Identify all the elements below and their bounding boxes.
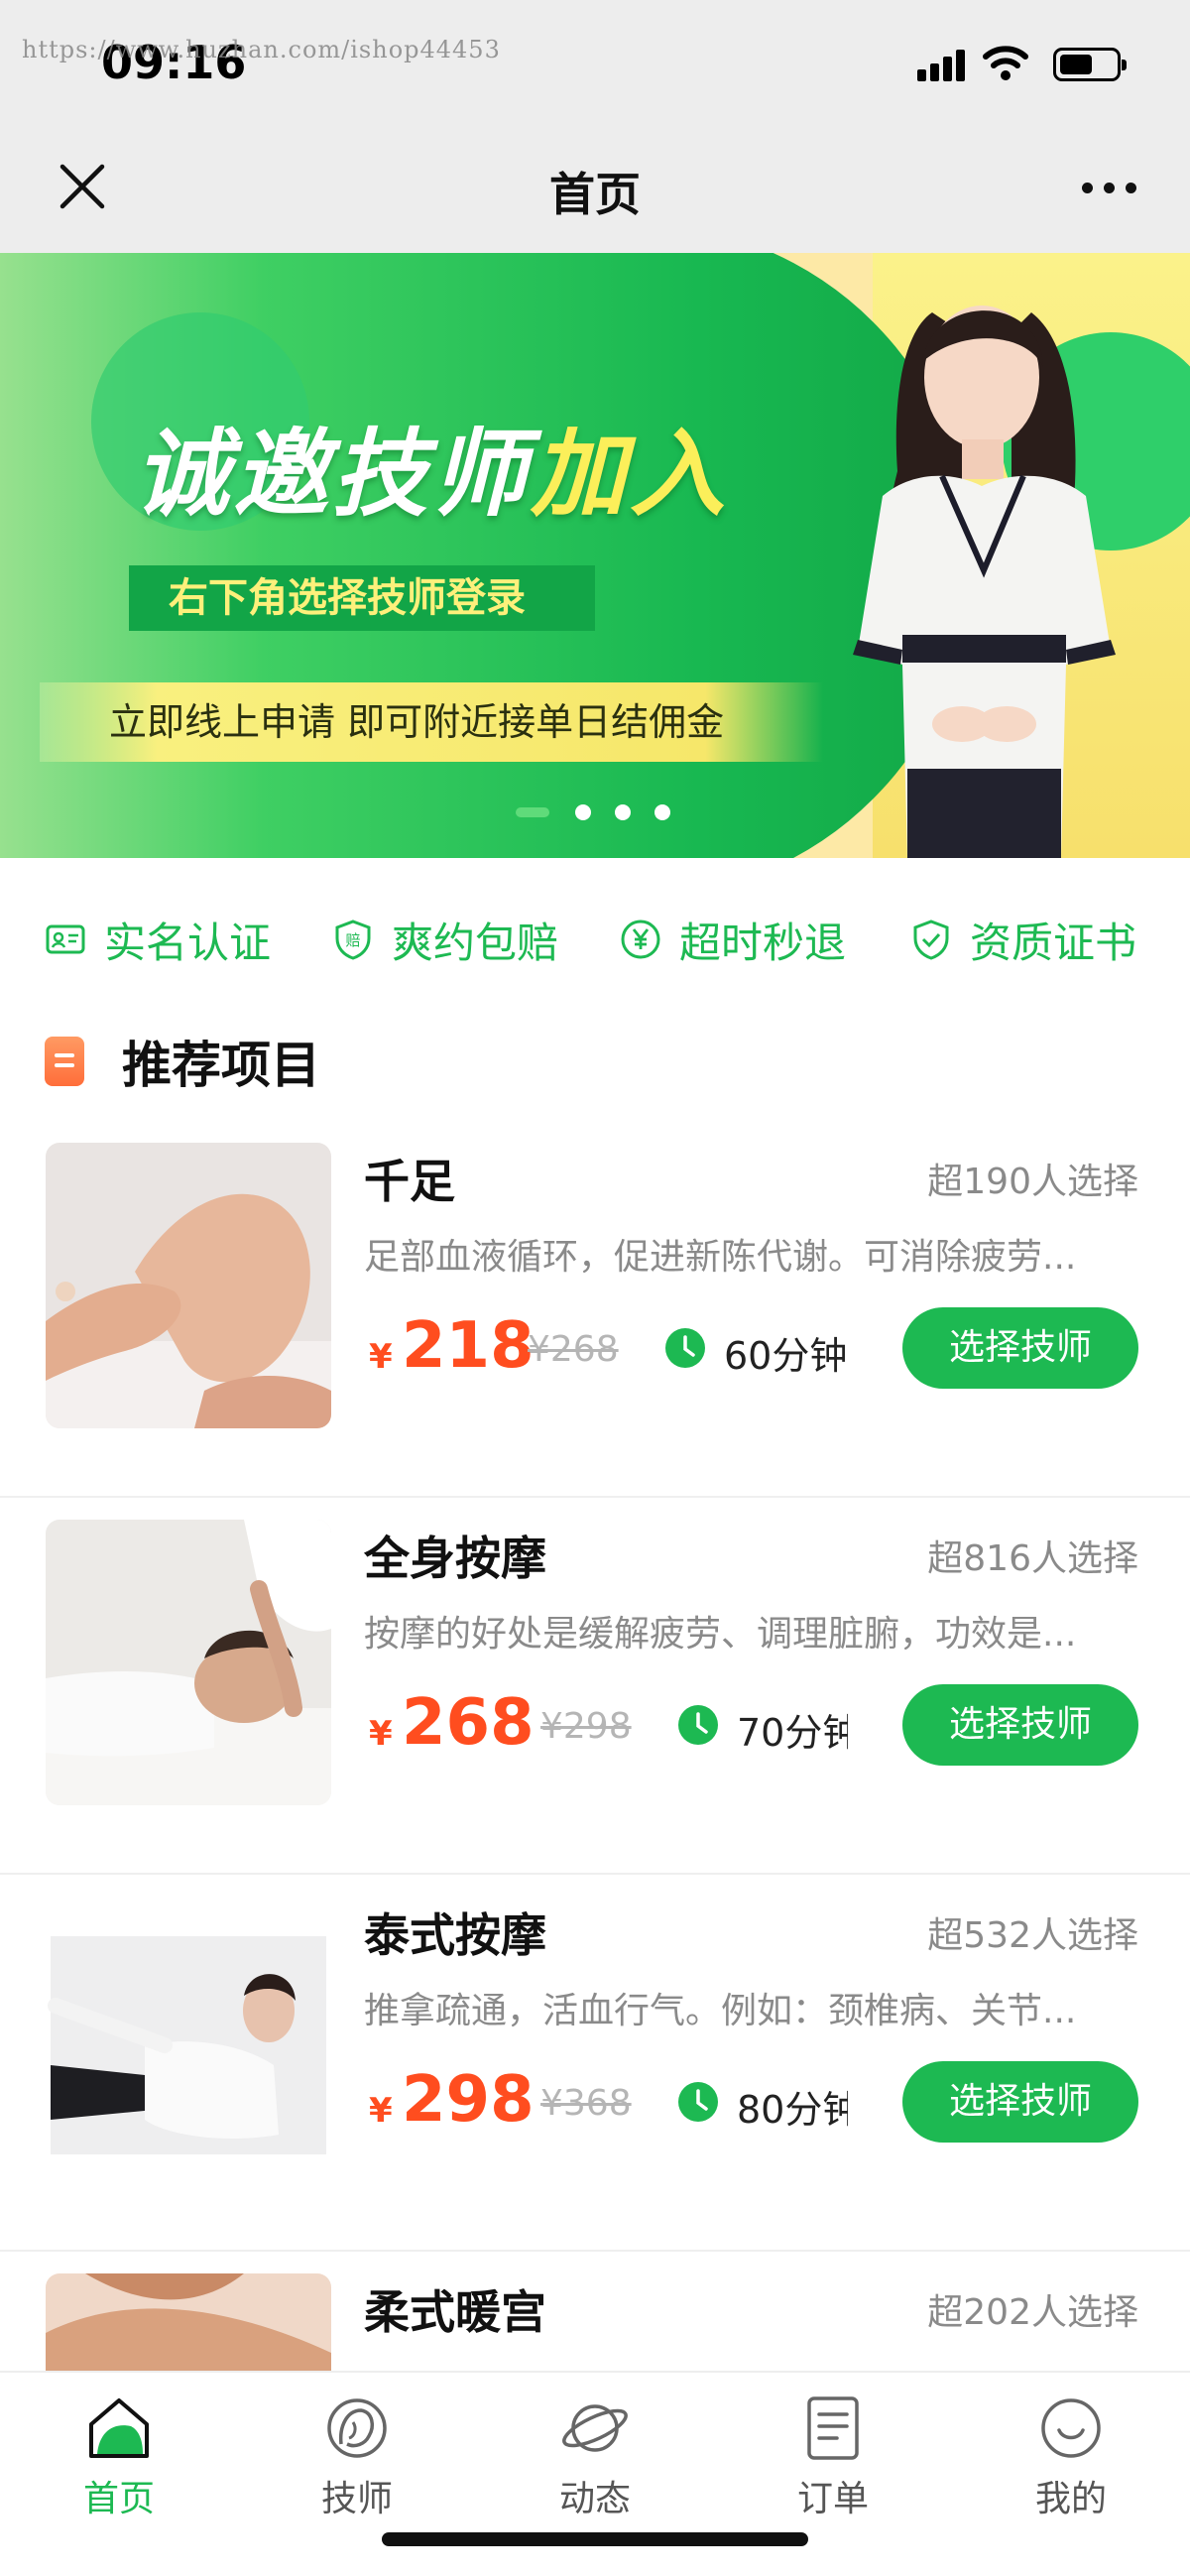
status-bar: 09:16 https://www.huzhan.com/ishop44453 (0, 0, 1190, 129)
shield-compensation-icon: 赔 (335, 920, 371, 960)
service-card[interactable]: 千足 超190人选择 足部血液循环，促进新陈代谢。可消除疲劳... ¥ 218 … (0, 1121, 1190, 1498)
service-duration: 80分钟 (737, 2088, 848, 2132)
yen-refund-icon (621, 920, 660, 959)
feature-real-name: 实名认证 (45, 910, 271, 969)
service-price: 218 (402, 1309, 535, 1383)
feature-compensation: 赔 爽约包赔 (332, 910, 558, 969)
service-popularity: 超190人选择 (927, 1162, 1138, 1202)
battery-icon (1053, 48, 1127, 81)
svg-text:赔: 赔 (345, 931, 360, 949)
service-name: 柔式暖宫 (364, 2285, 546, 2339)
service-name: 全身按摩 (364, 1532, 546, 1585)
service-thumbnail (46, 1143, 331, 1428)
clock-icon (678, 2082, 718, 2122)
tab-technician[interactable]: 技师 (258, 2392, 456, 2541)
watermark-text: https://www.huzhan.com/ishop44453 (22, 36, 501, 63)
clock-icon (678, 1705, 718, 1745)
profile-icon (1041, 2398, 1101, 2458)
tab-profile[interactable]: 我的 (972, 2392, 1170, 2541)
tab-orders[interactable]: 订单 (734, 2392, 932, 2541)
wifi-icon (983, 46, 1028, 80)
original-price: ¥298 (540, 1706, 632, 1747)
nav-bar: 首页 (0, 129, 1190, 253)
service-popularity: 超816人选择 (927, 1538, 1138, 1579)
cellular-signal-icon (917, 50, 967, 81)
promo-banner[interactable]: 诚邀技师加入 右下角选择技师登录 立即线上申请 即可附近接单日结佣金 (0, 253, 1190, 858)
service-duration: 70分钟 (737, 1711, 848, 1755)
service-popularity: 超532人选择 (927, 1915, 1138, 1956)
feature-certificate: 资质证书 (910, 910, 1136, 969)
guarantee-strip: 实名认证 赔 爽约包赔 超时秒退 资质证书 (0, 858, 1190, 1017)
select-technician-button[interactable]: 选择技师 (902, 2061, 1138, 2143)
original-price: ¥268 (528, 1329, 619, 1370)
tab-moments[interactable]: 动态 (496, 2392, 694, 2541)
currency-symbol: ¥ (369, 2091, 393, 2131)
page-title: 首页 (549, 168, 641, 221)
section-header: 推荐项目 (45, 1027, 320, 1096)
service-thumbnail (46, 1897, 331, 2182)
banner-title: 诚邀技师加入 (134, 419, 729, 530)
banner-subtitle: 右下角选择技师登录 (129, 565, 595, 631)
close-icon[interactable] (55, 159, 110, 214)
select-technician-button[interactable]: 选择技师 (902, 1684, 1138, 1766)
service-duration: 60分钟 (724, 1334, 848, 1378)
order-icon (807, 2396, 859, 2460)
service-name: 泰式按摩 (364, 1908, 546, 1962)
service-description: 足部血液循环，促进新陈代谢。可消除疲劳... (364, 1237, 1077, 1278)
technician-icon (327, 2398, 387, 2458)
home-icon (89, 2398, 149, 2458)
id-card-icon (46, 924, 85, 954)
service-card[interactable]: 全身按摩 超816人选择 按摩的好处是缓解疲劳、调理脏腑，功效是... ¥ 26… (0, 1498, 1190, 1875)
select-technician-button[interactable]: 选择技师 (902, 1307, 1138, 1389)
service-name: 千足 (364, 1155, 455, 1208)
service-description: 按摩的好处是缓解疲劳、调理脏腑，功效是... (364, 1614, 1077, 1655)
service-popularity: 超202人选择 (927, 2292, 1138, 2333)
document-icon (45, 1037, 84, 1086)
planet-icon (562, 2404, 628, 2452)
certificate-check-icon (913, 920, 949, 960)
tab-home[interactable]: 首页 (20, 2392, 218, 2541)
service-card[interactable]: 泰式按摩 超532人选择 推拿疏通，活血行气。例如：颈椎病、关节... ¥ 29… (0, 1875, 1190, 2252)
original-price: ¥368 (540, 2083, 632, 2124)
home-indicator[interactable] (382, 2532, 808, 2546)
service-description: 推拿疏通，活血行气。例如：颈椎病、关节... (364, 1991, 1077, 2031)
feature-timeout-refund: 超时秒退 (620, 910, 846, 969)
service-price: 298 (402, 2063, 535, 2137)
banner-tagline: 立即线上申请 即可附近接单日结佣金 (40, 682, 823, 762)
banner-model-illustration (853, 306, 1116, 858)
currency-symbol: ¥ (369, 1714, 393, 1754)
carousel-indicator[interactable] (516, 800, 674, 820)
clock-icon (665, 1328, 705, 1368)
section-title: 推荐项目 (122, 1037, 320, 1094)
service-price: 268 (402, 1686, 535, 1760)
service-thumbnail (46, 1520, 331, 1805)
currency-symbol: ¥ (369, 1337, 393, 1377)
more-icon[interactable] (1076, 179, 1145, 198)
